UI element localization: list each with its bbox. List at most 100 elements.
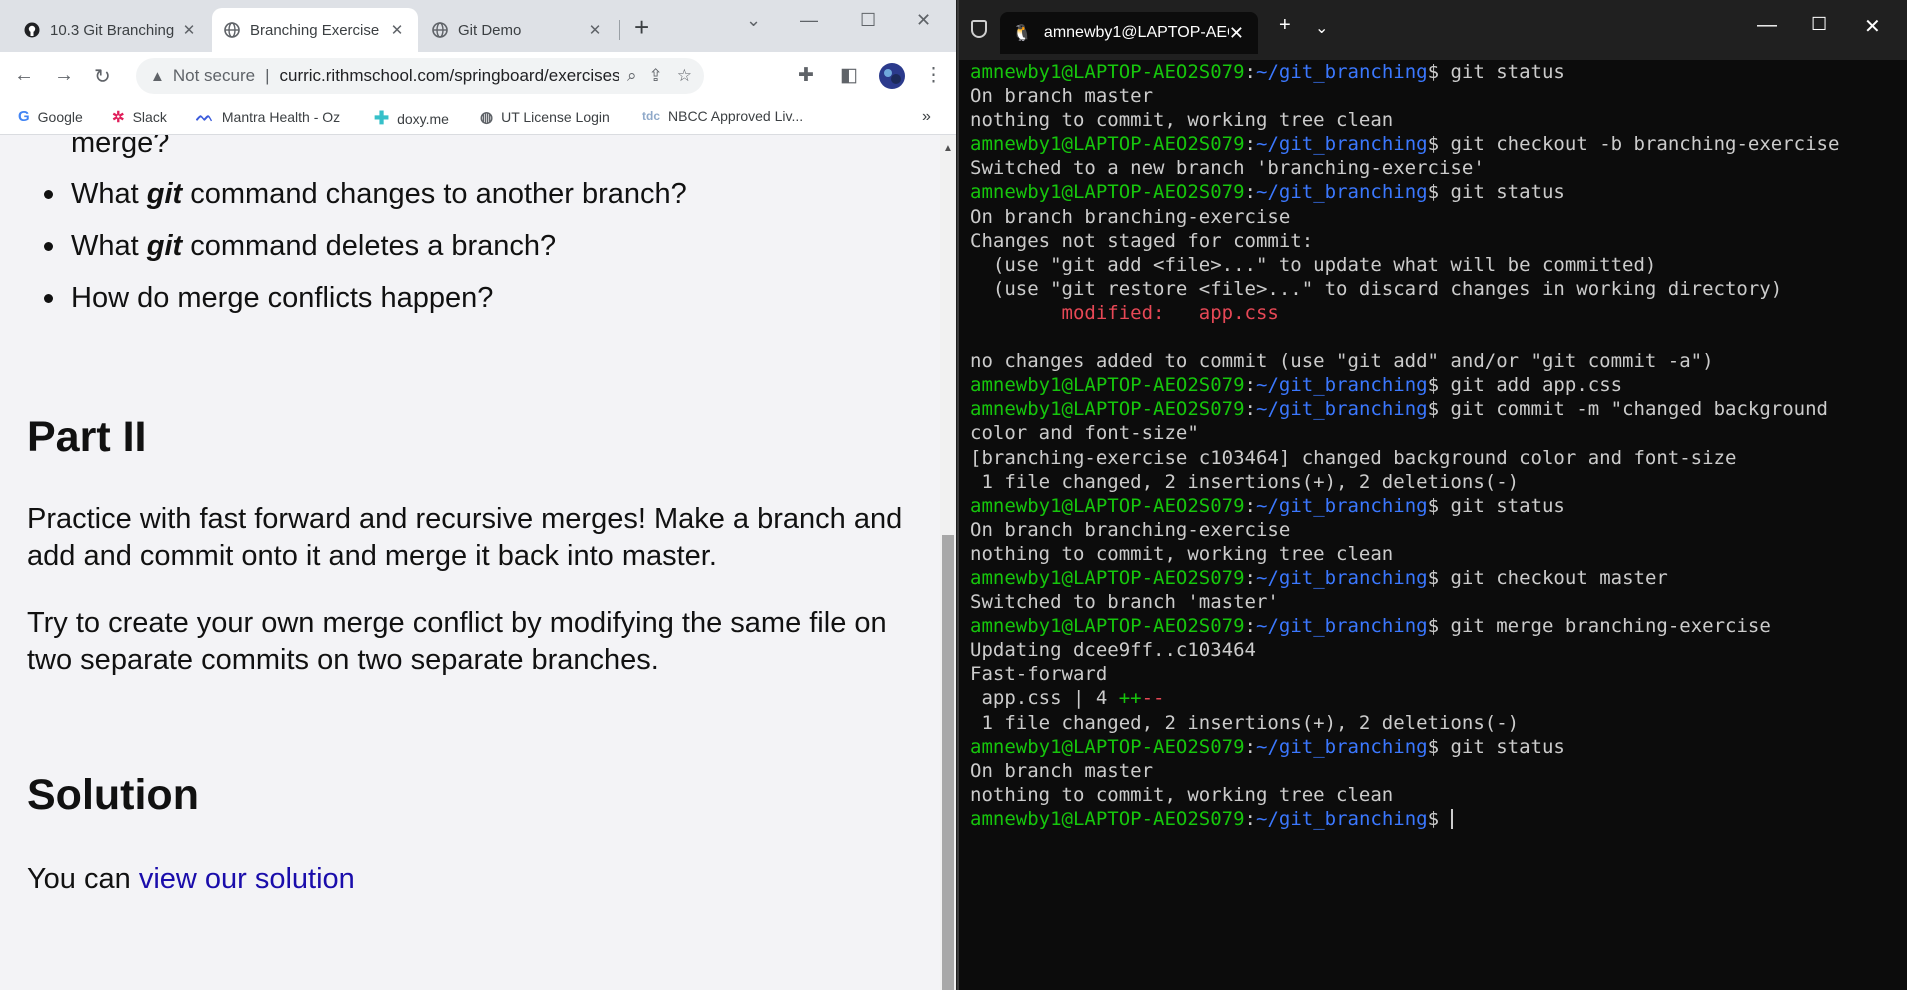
bookmark-mantra[interactable]: ᨓ Mantra Health - Oz <box>196 108 340 125</box>
text-cursor <box>1450 809 1453 830</box>
maximize-button[interactable]: ☐ <box>1811 14 1827 35</box>
output-text: nothing to commit, working tree clean <box>970 542 1394 565</box>
output-text: color and font-size" <box>970 422 1199 445</box>
bookmarks-bar: G Google ✲ Slack ᨓ Mantra Health - Oz ✚ … <box>0 100 956 135</box>
prompt-separator: : <box>1244 374 1256 397</box>
menu-kebab-icon[interactable]: ⋮ <box>924 64 943 87</box>
back-arrow-icon[interactable]: ← <box>14 64 34 87</box>
terminal-output-line: Switched to a new branch 'branching-exer… <box>970 156 1905 180</box>
prompt-symbol: $ <box>1427 61 1440 83</box>
scroll-up-arrow-icon[interactable]: ▲ <box>943 143 953 154</box>
side-panel-icon[interactable]: ◧ <box>840 64 858 87</box>
bookmark-label: doxy.me <box>397 110 449 127</box>
warning-icon[interactable]: ▲ <box>150 68 165 85</box>
part2-paragraph-2: Try to create your own merge conflict by… <box>27 607 887 676</box>
prompt-separator: : <box>1244 61 1256 83</box>
browser-tab-git-branching[interactable]: 10.3 Git Branching ✕ <box>12 8 210 52</box>
address-bar[interactable]: ▲ Not secure | curric.rithmschool.com/sp… <box>136 58 704 94</box>
close-icon[interactable]: ✕ <box>388 21 406 39</box>
bookmark-label: Mantra Health - Oz <box>221 108 341 125</box>
close-icon[interactable]: ✕ <box>180 21 198 39</box>
close-window-button[interactable]: ✕ <box>916 10 931 31</box>
terminal-output-line: color and font-size" <box>970 421 1905 445</box>
terminal-output-line: 1 file changed, 2 insertions(+), 2 delet… <box>970 470 1905 494</box>
browser-tab-git-demo[interactable]: Git Demo ✕ <box>420 8 616 52</box>
prompt-symbol: $ <box>1427 398 1440 421</box>
tab-search-icon[interactable]: ⌄ <box>746 10 761 31</box>
bookmark-nbcc[interactable]: tdc NBCC Approved Liv... <box>642 108 803 124</box>
more-bookmarks-icon[interactable]: » <box>922 108 931 126</box>
new-tab-button[interactable]: + <box>634 14 649 40</box>
terminal-command-line: amnewby1@LAPTOP-AEO2S079:~/git_branching… <box>970 614 1905 638</box>
terminal-output-line: On branch master <box>970 759 1905 783</box>
terminal-command-line: amnewby1@LAPTOP-AEO2S079:~/git_branching… <box>970 735 1905 759</box>
bookmark-doxy[interactable]: ✚ doxy.me <box>374 108 449 129</box>
list-item: What git command changes to another bran… <box>44 178 687 211</box>
minimize-button[interactable]: — <box>1757 14 1777 37</box>
share-icon[interactable]: ⇪ <box>649 66 663 86</box>
terminal-tab[interactable]: 🐧 amnewby1@LAPTOP-AEO2S0 ✕ <box>1000 12 1258 54</box>
command-text: git merge branching-exercise <box>1439 615 1771 638</box>
globe-icon <box>432 22 448 38</box>
list-item: How do merge conflicts happen? <box>44 282 493 315</box>
prompt-path: ~/git_branching <box>1256 374 1428 397</box>
prompt-separator: : <box>1244 181 1256 204</box>
prompt-symbol: $ <box>1427 615 1440 638</box>
reload-icon[interactable]: ↻ <box>94 64 111 89</box>
output-text: Fast-forward <box>970 663 1108 686</box>
browser-tab-strip: 10.3 Git Branching ✕ Branching Exercise … <box>0 0 956 52</box>
bullet-emphasis: git <box>146 230 183 262</box>
google-icon: G <box>18 108 30 125</box>
prompt-path: ~/git_branching <box>1256 615 1428 638</box>
zoom-icon[interactable]: ⌕ <box>627 66 637 86</box>
command-text: git status <box>1439 494 1565 517</box>
url-text[interactable]: curric.rithmschool.com/springboard/exerc… <box>279 66 618 86</box>
linux-penguin-icon: 🐧 <box>1012 25 1032 42</box>
bookmark-star-icon[interactable]: ☆ <box>677 66 692 86</box>
prompt-symbol: $ <box>1427 566 1440 589</box>
slack-icon: ✲ <box>112 109 125 126</box>
command-text: git commit -m "changed background <box>1439 398 1828 421</box>
extensions-icon[interactable]: ✚ <box>798 64 814 87</box>
browser-tab-branching-exercise[interactable]: Branching Exercise ✕ <box>212 8 418 52</box>
output-text: no changes added to commit (use "git add… <box>970 350 1714 373</box>
close-icon[interactable]: ✕ <box>1229 23 1244 44</box>
bookmark-ut-license[interactable]: ◍ UT License Login <box>480 108 610 126</box>
prompt-user: amnewby1@LAPTOP-AEO2S079 <box>970 615 1245 638</box>
minimize-button[interactable]: — <box>800 10 818 31</box>
bullet-pre: What <box>71 230 147 262</box>
output-text: Switched to branch 'master' <box>970 591 1279 614</box>
terminal-command-line: amnewby1@LAPTOP-AEO2S079:~/git_branching… <box>970 180 1905 204</box>
globe-icon <box>224 22 240 38</box>
command-text: git checkout -b branching-exercise <box>1439 133 1840 156</box>
terminal-output-line: modified: app.css <box>970 301 1905 325</box>
terminal-output-line: nothing to commit, working tree clean <box>970 108 1905 132</box>
forward-arrow-icon[interactable]: → <box>54 64 74 87</box>
close-window-button[interactable]: ✕ <box>1864 14 1881 39</box>
prompt-user: amnewby1@LAPTOP-AEO2S079 <box>970 735 1245 758</box>
avatar[interactable] <box>878 62 906 96</box>
output-text: Changes not staged for commit: <box>970 229 1314 252</box>
view-solution-link[interactable]: view our solution <box>139 863 355 895</box>
bookmark-google[interactable]: G Google <box>18 108 83 125</box>
prompt-symbol: $ <box>1427 735 1440 758</box>
prompt-symbol: $ <box>1427 494 1440 517</box>
terminal-tab-bar: 🐧 amnewby1@LAPTOP-AEO2S0 ✕ + ⌄ — ☐ ✕ <box>959 0 1907 60</box>
bullet-dot <box>44 242 53 251</box>
new-terminal-tab-button[interactable]: + <box>1279 14 1291 37</box>
bullet-dot <box>44 294 53 303</box>
prompt-path: ~/git_branching <box>1256 735 1428 758</box>
command-text: git status <box>1439 61 1565 83</box>
maximize-button[interactable]: ☐ <box>860 10 876 31</box>
output-text: On branch master <box>970 759 1154 782</box>
close-icon[interactable]: ✕ <box>586 21 604 39</box>
page-scrollbar[interactable]: ▲ <box>940 135 956 990</box>
bookmark-slack[interactable]: ✲ Slack <box>112 108 167 126</box>
output-text: 1 file changed, 2 insertions(+), 2 delet… <box>970 470 1520 493</box>
prompt-user: amnewby1@LAPTOP-AEO2S079 <box>970 398 1245 421</box>
chevron-down-icon[interactable]: ⌄ <box>1315 18 1328 38</box>
terminal-output[interactable]: amnewby1@LAPTOP-AEO2S079:~/git_branching… <box>970 60 1905 831</box>
security-label[interactable]: Not secure <box>173 66 255 86</box>
scrollbar-thumb[interactable] <box>942 535 954 990</box>
prompt-separator: : <box>1244 494 1256 517</box>
